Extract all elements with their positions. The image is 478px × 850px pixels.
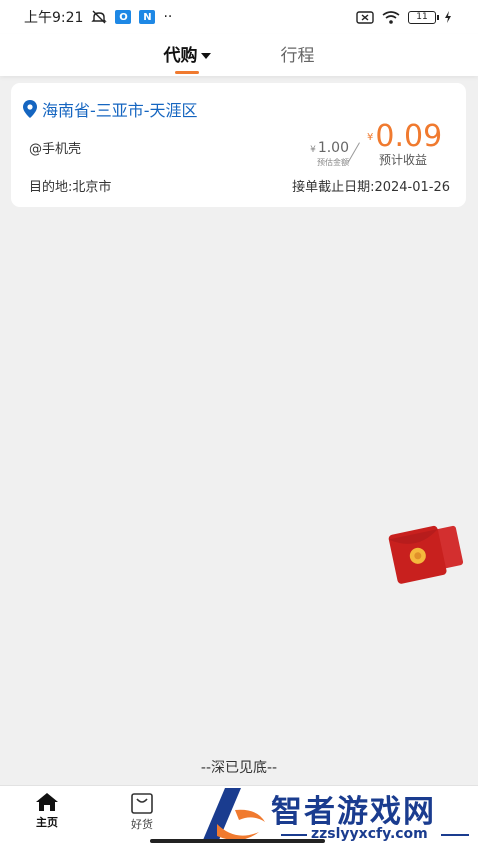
bag-icon <box>131 793 153 814</box>
order-deadline: 接单截止日期:2024-01-26 <box>292 180 450 195</box>
active-tab-indicator <box>175 71 199 74</box>
income-currency: ¥ <box>367 132 374 143</box>
watermark-logo-icon <box>203 788 265 841</box>
order-destination: 目的地:北京市 <box>29 180 112 195</box>
tab-trip-label: 行程 <box>280 46 315 66</box>
nav-home[interactable]: 主页 <box>27 792 67 830</box>
amount-value: 1.00 <box>317 140 349 156</box>
more-notifications-icon: ·· <box>163 9 173 25</box>
order-location: 海南省-三亚市-天涯区 <box>23 97 198 121</box>
estimated-amount: ¥1.00 预估金额 <box>301 140 349 168</box>
location-text: 海南省-三亚市-天涯区 <box>42 101 198 120</box>
nav-goods-label: 好货 <box>131 818 153 831</box>
order-item: @手机壳 <box>29 142 82 157</box>
status-left: 上午9:21 O N ·· <box>24 7 172 27</box>
caret-down-icon <box>200 53 211 59</box>
tab-daigou[interactable]: 代购 <box>163 41 211 74</box>
order-card[interactable]: 海南省-三亚市-天涯区 @手机壳 ¥1.00 预估金额 ¥0.09 预计收益 目… <box>11 83 466 207</box>
wifi-icon <box>382 10 400 24</box>
app-notification-icon: N <box>139 10 156 24</box>
nav-goods[interactable]: 好货 <box>122 792 162 832</box>
app-notification-icon: O <box>115 10 132 24</box>
red-envelope-icon[interactable] <box>386 518 466 584</box>
tab-trip[interactable]: 行程 <box>281 41 315 73</box>
amount-label: 预估金额 <box>317 158 349 167</box>
estimated-income: ¥0.09 预计收益 <box>367 119 442 168</box>
tab-daigou-label: 代购 <box>163 46 198 66</box>
watermark-line <box>441 834 469 836</box>
watermark-url: zzslyyxcfy.com <box>311 826 428 842</box>
status-right: 11 <box>356 10 452 24</box>
gesture-bar[interactable] <box>150 839 325 843</box>
location-pin-icon <box>23 100 37 118</box>
status-bar: 上午9:21 O N ·· 11 <box>0 0 478 34</box>
home-icon <box>36 793 58 811</box>
battery-icon: 11 <box>408 10 439 24</box>
mute-icon <box>91 10 108 24</box>
charging-icon <box>445 11 451 23</box>
end-of-list: --深已见底-- <box>200 760 278 776</box>
amount-currency: ¥ <box>310 145 316 155</box>
top-tabs: 代购 行程 <box>0 34 478 76</box>
nav-home-label: 主页 <box>36 816 58 829</box>
watermark-line <box>281 834 307 836</box>
status-time: 上午9:21 <box>24 10 84 26</box>
sim-icon <box>356 10 374 24</box>
watermark-title: 智者游戏网 <box>271 794 436 830</box>
income-value: 0.09 <box>375 119 443 154</box>
